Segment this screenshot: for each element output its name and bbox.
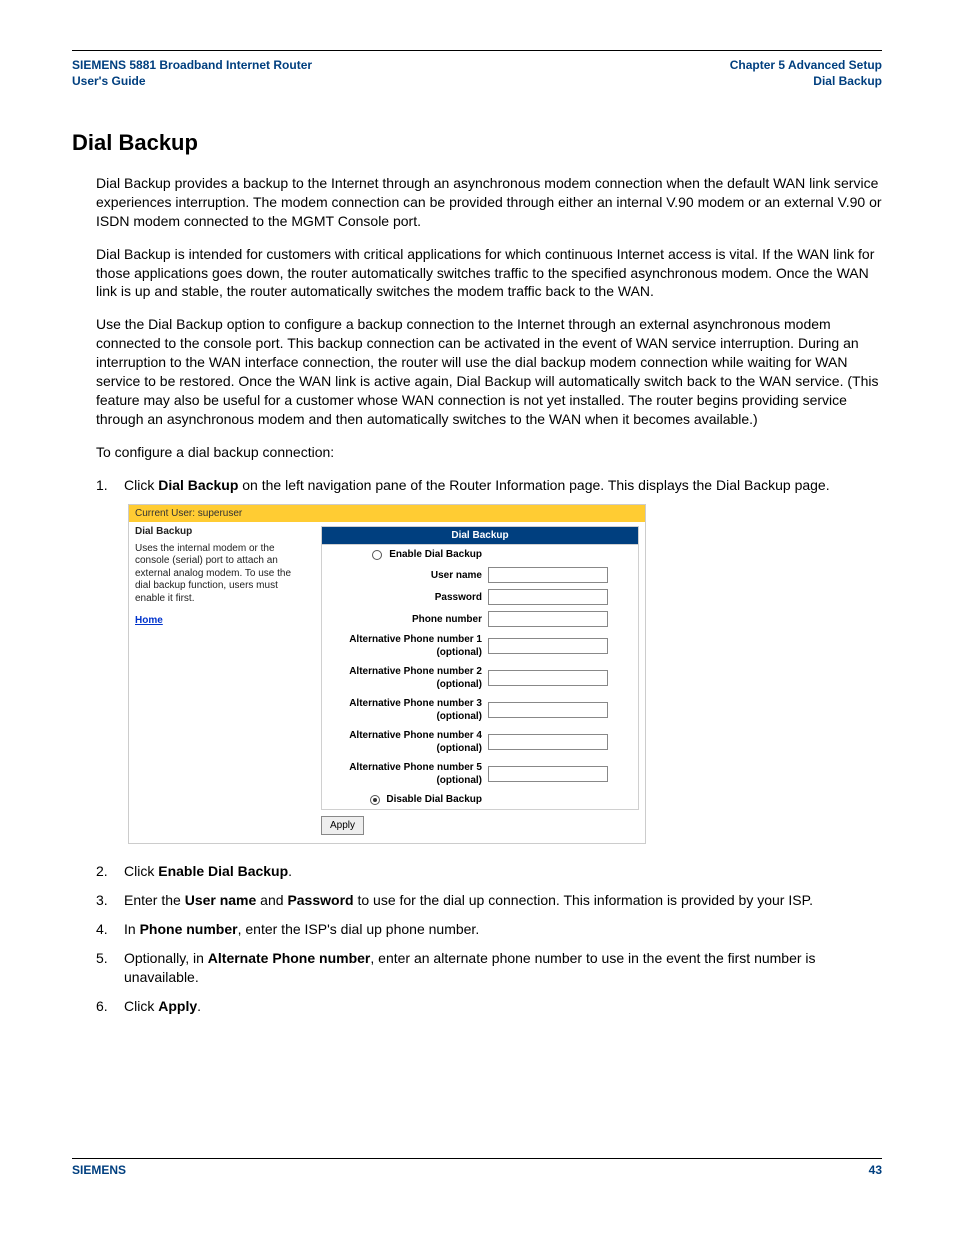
side-panel-title: Dial Backup [135, 526, 309, 539]
step-4-text-c: , enter the ISP's dial up phone number. [238, 921, 480, 937]
paragraph-2: Dial Backup is intended for customers wi… [96, 245, 882, 302]
header-guide: User's Guide [72, 73, 312, 89]
enable-radio[interactable] [372, 550, 382, 560]
alt4-label: Alternative Phone number 4 (optional) [328, 729, 488, 755]
step-2-bold: Enable Dial Backup [158, 863, 288, 879]
header-product: SIEMENS 5881 Broadband Internet Router [72, 57, 312, 73]
phone-input[interactable] [488, 611, 608, 627]
header-topic: Dial Backup [730, 73, 882, 89]
dial-backup-screenshot: Current User: superuser Dial Backup Uses… [128, 504, 646, 844]
disable-label: Disable Dial Backup [386, 794, 482, 805]
step-4-bold: Phone number [140, 921, 238, 937]
apply-button[interactable]: Apply [321, 816, 364, 835]
home-link[interactable]: Home [135, 615, 309, 628]
alt3-label: Alternative Phone number 3 (optional) [328, 697, 488, 723]
footer-brand: SIEMENS [72, 1163, 126, 1179]
username-input[interactable] [488, 567, 608, 583]
alt5-label: Alternative Phone number 5 (optional) [328, 761, 488, 787]
phone-label: Phone number [328, 613, 488, 626]
alt3-input[interactable] [488, 702, 608, 718]
step-2-text-a: Click [124, 863, 158, 879]
step-6-text-a: Click [124, 998, 158, 1014]
step-3-text-e: to use for the dial up connection. This … [354, 892, 813, 908]
step-4-text-a: In [124, 921, 140, 937]
step-1-bold: Dial Backup [158, 477, 238, 493]
step-3-text-c: and [256, 892, 287, 908]
paragraph-3: Use the Dial Backup option to configure … [96, 315, 882, 428]
step-3: 3. Enter the User name and Password to u… [96, 891, 882, 910]
username-label: User name [328, 569, 488, 582]
alt4-input[interactable] [488, 734, 608, 750]
enable-label: Enable Dial Backup [389, 549, 482, 560]
alt1-input[interactable] [488, 638, 608, 654]
paragraph-1: Dial Backup provides a backup to the Int… [96, 174, 882, 231]
alt5-input[interactable] [488, 766, 608, 782]
step-2: 2. Click Enable Dial Backup. [96, 862, 882, 881]
step-6: 6. Click Apply. [96, 997, 882, 1016]
footer-page-number: 43 [869, 1163, 882, 1179]
paragraph-4: To configure a dial backup connection: [96, 443, 882, 462]
page-title: Dial Backup [72, 129, 882, 158]
step-3-bold-2: Password [287, 892, 353, 908]
current-user-bar: Current User: superuser [129, 505, 645, 522]
step-5-text-a: Optionally, in [124, 950, 208, 966]
step-1: 1. Click Dial Backup on the left navigat… [96, 476, 882, 495]
panel-header: Dial Backup [322, 527, 638, 545]
step-5-bold: Alternate Phone number [208, 950, 371, 966]
header-chapter: Chapter 5 Advanced Setup [730, 57, 882, 73]
step-3-bold-1: User name [185, 892, 257, 908]
step-5: 5. Optionally, in Alternate Phone number… [96, 949, 882, 987]
step-1-text-a: Click [124, 477, 158, 493]
step-1-text-c: on the left navigation pane of the Route… [238, 477, 829, 493]
step-4: 4. In Phone number, enter the ISP's dial… [96, 920, 882, 939]
disable-radio[interactable] [370, 795, 380, 805]
step-3-text-a: Enter the [124, 892, 185, 908]
page-header: SIEMENS 5881 Broadband Internet Router U… [72, 57, 882, 89]
page-footer: SIEMENS 43 [72, 1158, 882, 1179]
password-label: Password [328, 591, 488, 604]
step-2-text-c: . [288, 863, 292, 879]
alt2-label: Alternative Phone number 2 (optional) [328, 665, 488, 691]
step-6-bold: Apply [158, 998, 197, 1014]
side-panel-desc: Uses the internal modem or the console (… [135, 543, 309, 606]
alt2-input[interactable] [488, 670, 608, 686]
password-input[interactable] [488, 589, 608, 605]
alt1-label: Alternative Phone number 1 (optional) [328, 633, 488, 659]
step-6-text-c: . [197, 998, 201, 1014]
